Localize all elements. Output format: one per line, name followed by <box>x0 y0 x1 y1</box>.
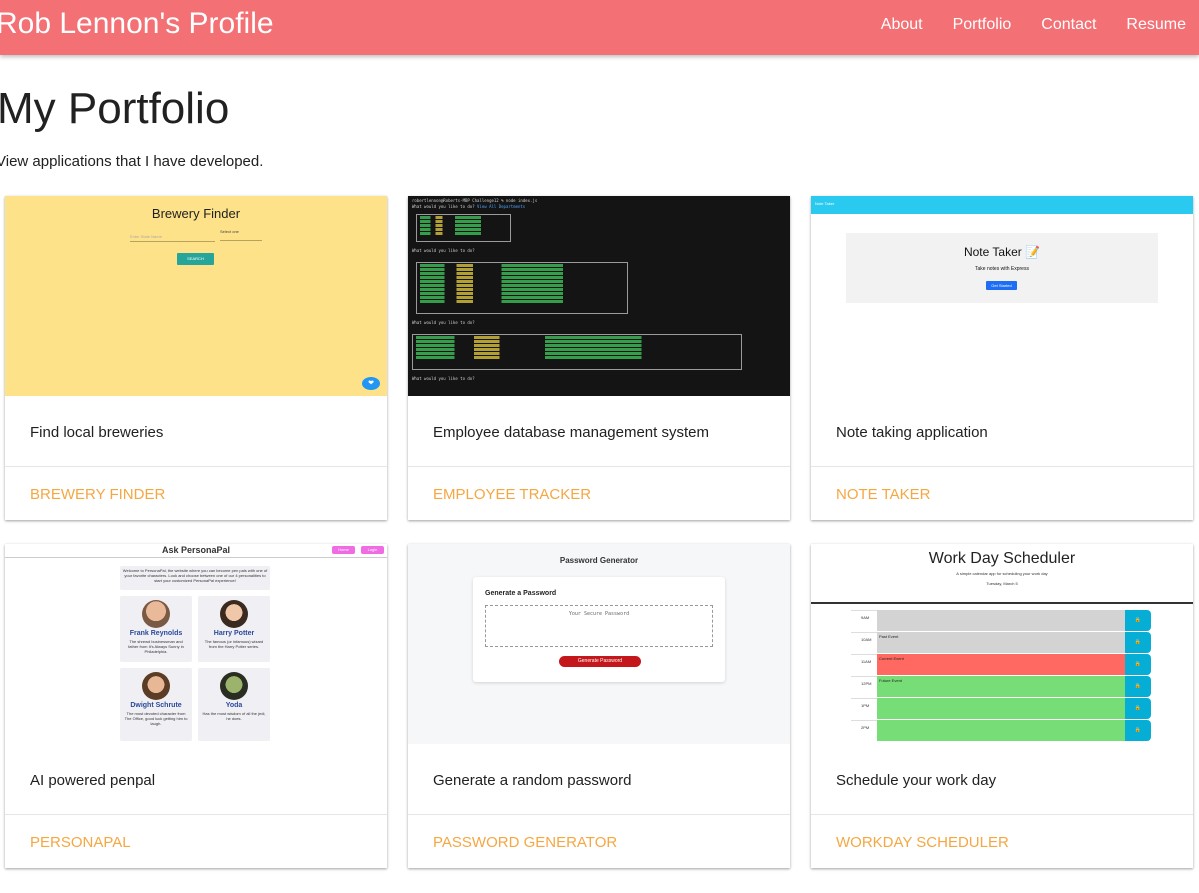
project-description: Find local breweries <box>30 424 164 441</box>
project-description: Employee database management system <box>433 424 709 441</box>
page-subtitle: View applications that I have developed. <box>0 153 264 170</box>
time-block: 1PM 🔒 <box>851 698 1151 719</box>
project-card-note-taker: Note Taker Note Taker 📝 Take notes with … <box>811 196 1193 520</box>
lock-icon: 🔒 <box>1125 720 1151 741</box>
nav-link-portfolio[interactable]: Portfolio <box>953 16 1012 34</box>
thumb-jumbotron: Note Taker 📝 Take notes with Express Get… <box>846 233 1158 303</box>
nav-link-contact[interactable]: Contact <box>1041 16 1096 34</box>
card-divider <box>5 814 387 815</box>
card-divider <box>408 814 790 815</box>
thumb-get-started-button: Get Started <box>986 281 1017 290</box>
lock-icon: 🔒 <box>1125 654 1151 675</box>
thumb-title: Password Generator <box>559 556 639 565</box>
thumb-state-input: Enter State Name <box>130 234 215 242</box>
lock-icon: 🔒 <box>1125 698 1151 719</box>
avatar <box>220 672 248 700</box>
thumb-title: Work Day Scheduler <box>928 550 1076 567</box>
time-block: 10AM Past Event 🔒 <box>851 632 1151 653</box>
nav-link-about[interactable]: About <box>881 16 923 34</box>
thumb-select: Select one <box>220 229 262 241</box>
thumb-divider <box>811 602 1193 604</box>
avatar <box>142 600 170 628</box>
project-description: Note taking application <box>836 424 988 441</box>
heart-icon: ❤ <box>362 377 380 390</box>
thumb-subtitle: Take notes with Express <box>975 266 1029 272</box>
project-card-employee-tracker: robertlennon@Roberts-MBP Challenge12 % n… <box>408 196 790 520</box>
card-divider <box>811 814 1193 815</box>
project-screenshot-personapal: Ask PersonaPal Home Login Welcome to Per… <box>5 544 387 744</box>
brand-title[interactable]: Rob Lennon's Profile <box>0 7 274 41</box>
terminal-table <box>416 214 511 242</box>
project-description: Schedule your work day <box>836 772 997 789</box>
terminal-prompt: What would you like to do? <box>412 248 475 253</box>
project-description: AI powered penpal <box>30 772 156 789</box>
thumb-subtitle: A simple calendar app for scheduling you… <box>956 571 1048 576</box>
project-link-personapal[interactable]: PERSONAPAL <box>30 834 131 851</box>
lock-icon: 🔒 <box>1125 610 1151 631</box>
project-link-note-taker[interactable]: NOTE TAKER <box>836 486 930 503</box>
time-block: 11AM Current Event 🔒 <box>851 654 1151 675</box>
project-card-workday-scheduler: Work Day Scheduler A simple calendar app… <box>811 544 1193 868</box>
project-description: Generate a random password <box>433 772 632 789</box>
time-block: 9AM 🔒 <box>851 610 1151 631</box>
project-link-workday-scheduler[interactable]: WORKDAY SCHEDULER <box>836 834 1009 851</box>
thumb-header: Ask PersonaPal Home Login <box>5 544 387 558</box>
nav-link-resume[interactable]: Resume <box>1126 16 1186 34</box>
project-screenshot-brewery-finder: Brewery Finder Enter State Name Select o… <box>5 196 387 396</box>
top-navbar: Rob Lennon's Profile About Portfolio Con… <box>0 0 1199 55</box>
time-block: 12PM Future Event 🔒 <box>851 676 1151 697</box>
thumb-search-button: SEARCH <box>177 253 214 265</box>
persona-card: Harry Potter The famous (or infamous) wi… <box>198 596 270 662</box>
project-card-personapal: Ask PersonaPal Home Login Welcome to Per… <box>5 544 387 868</box>
time-block: 2PM 🔒 <box>851 720 1151 741</box>
project-card-brewery-finder: Brewery Finder Enter State Name Select o… <box>5 196 387 520</box>
card-divider <box>811 466 1193 467</box>
card-divider <box>408 466 790 467</box>
persona-card: Frank Reynolds The shrewd businessman an… <box>120 596 192 662</box>
terminal-prompt: What would you like to do? <box>412 320 475 325</box>
avatar <box>142 672 170 700</box>
terminal-table <box>416 262 628 314</box>
persona-card: Yoda Has the most wisdom of all the jedi… <box>198 668 270 741</box>
terminal-line: robertlennon@Roberts-MBP Challenge12 % n… <box>412 198 538 203</box>
thumb-intro: Welcome to PersonaPal, the website where… <box>120 566 270 590</box>
project-screenshot-password-generator: Password Generator Generate a Password Y… <box>408 544 790 744</box>
thumb-password-box: Your Secure Password <box>485 605 713 647</box>
thumb-title: Note Taker 📝 <box>963 245 1041 259</box>
thumb-generate-button: Generate Password <box>559 656 641 667</box>
project-screenshot-employee-tracker: robertlennon@Roberts-MBP Challenge12 % n… <box>408 196 790 396</box>
thumb-navbar: Note Taker <box>811 196 1193 214</box>
project-screenshot-workday-scheduler: Work Day Scheduler A simple calendar app… <box>811 544 1193 744</box>
avatar <box>220 600 248 628</box>
terminal-table <box>412 334 742 370</box>
thumb-title: Brewery Finder <box>151 206 241 221</box>
terminal-prompt: What would you like to do? <box>412 376 475 381</box>
terminal-prompt: What would you like to do? View All Depa… <box>412 204 526 209</box>
project-card-password-generator: Password Generator Generate a Password Y… <box>408 544 790 868</box>
project-link-brewery-finder[interactable]: BREWERY FINDER <box>30 486 165 503</box>
lock-icon: 🔒 <box>1125 676 1151 697</box>
thumb-card: Generate a Password Your Secure Password… <box>473 577 725 682</box>
card-divider <box>5 466 387 467</box>
project-link-employee-tracker[interactable]: EMPLOYEE TRACKER <box>433 486 591 503</box>
persona-card: Dwight Schrute The most devoted characte… <box>120 668 192 741</box>
project-link-password-generator[interactable]: PASSWORD GENERATOR <box>433 834 617 851</box>
thumb-date: Tuesday, March 5 <box>986 581 1018 586</box>
lock-icon: 🔒 <box>1125 632 1151 653</box>
page-title: My Portfolio <box>0 84 230 133</box>
project-screenshot-note-taker: Note Taker Note Taker 📝 Take notes with … <box>811 196 1193 396</box>
nav-links: About Portfolio Contact Resume <box>881 16 1186 34</box>
